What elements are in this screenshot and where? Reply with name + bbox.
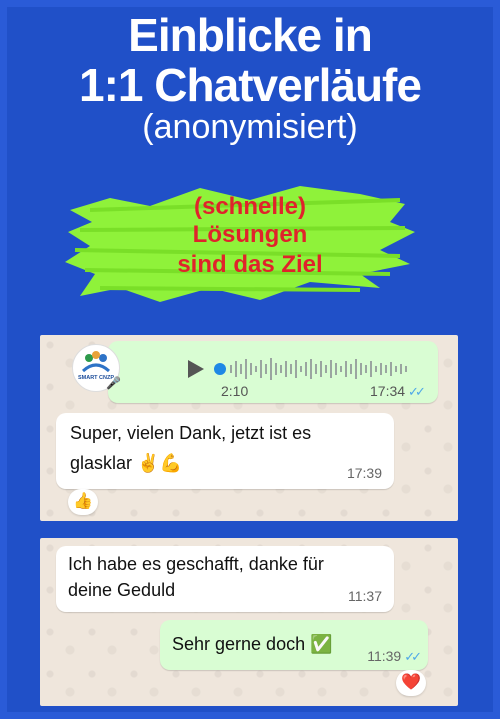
play-icon[interactable] [184,358,206,380]
badge-line-1: (schnelle) [193,193,307,220]
heart-reaction-icon[interactable]: ❤️ [396,670,426,696]
header-line-3: (anonymisiert) [142,108,358,146]
thumbs-up-reaction-icon[interactable]: 👍 [68,489,98,515]
message-text: Sehr gerne doch ✅ [172,634,333,654]
chat-screenshot-2: Ich habe es geschafft, danke für deine G… [40,538,458,706]
read-ticks-icon: ✓✓ [404,649,422,664]
message-time: 11:37 [348,588,382,604]
message-text-line-2: glasklar ✌️💪 [70,453,182,473]
waveform[interactable] [214,355,420,383]
message-time: 17:39 [346,465,382,481]
outgoing-message-bubble[interactable]: Sehr gerne doch ✅ 11:39 ✓✓ [160,620,428,670]
voice-time: 17:34 ✓✓ [370,383,426,399]
incoming-message-bubble[interactable]: Super, vielen Dank, jetzt ist es glaskla… [56,413,394,489]
header-line-2: 1:1 Chatverläufe [79,59,422,111]
microphone-icon: 🎤 [106,376,121,390]
incoming-message-bubble[interactable]: Ich habe es geschafft, danke für deine G… [56,546,394,612]
voice-message-bubble[interactable]: 2:10 17:34 ✓✓ [108,341,438,403]
message-text-line-2: deine Geduld [68,580,176,600]
message-text-line-1: Super, vielen Dank, jetzt ist es [70,423,312,443]
badge-line-3: sind das Ziel [177,251,323,278]
message-text-line-1: Ich habe es geschafft, danke für [68,554,324,574]
read-ticks-icon: ✓✓ [408,384,426,399]
voice-duration: 2:10 [221,383,249,399]
badge-line-2: Lösungen [192,221,308,248]
message-time: 11:39 ✓✓ [367,648,422,664]
header-line-1: Einblicke in [128,9,373,61]
